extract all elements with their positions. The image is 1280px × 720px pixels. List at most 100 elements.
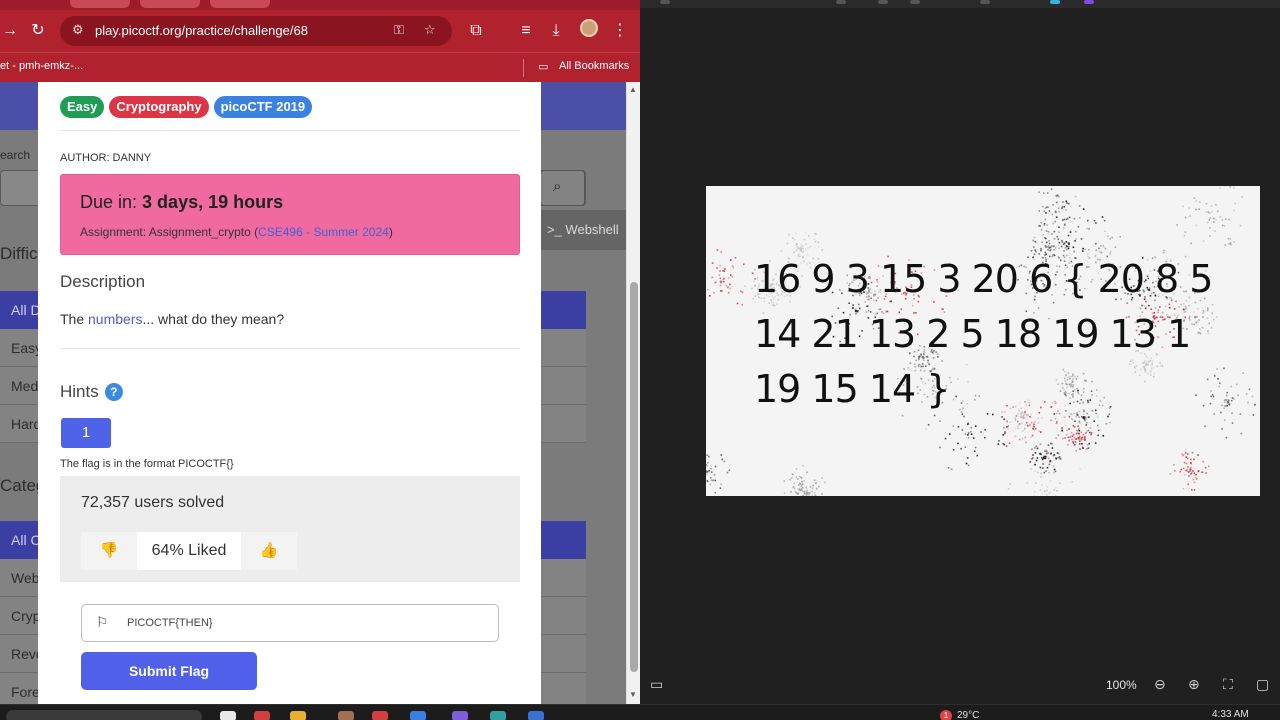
help-icon[interactable]: ? xyxy=(104,383,123,401)
noise-speck xyxy=(1065,245,1068,247)
viewer-toolbar-item[interactable] xyxy=(836,0,846,4)
noise-speck xyxy=(1195,478,1198,480)
numbers-file-link[interactable]: numbers xyxy=(88,311,142,327)
profile-avatar[interactable] xyxy=(580,19,598,37)
forward-icon[interactable]: → xyxy=(0,21,20,41)
noise-speck xyxy=(805,494,808,496)
taskbar-app[interactable] xyxy=(254,711,270,720)
noise-speck xyxy=(798,488,801,490)
noise-speck xyxy=(970,430,972,433)
noise-speck xyxy=(997,443,1000,445)
noise-speck xyxy=(1072,440,1074,443)
flag-input[interactable]: ⚐ PICOCTF{THEN} xyxy=(81,604,499,642)
taskbar-app[interactable] xyxy=(410,711,426,720)
noise-speck xyxy=(1058,456,1061,458)
media-control-icon[interactable]: ≡ xyxy=(516,21,536,41)
download-icon[interactable]: ⤓ xyxy=(546,21,566,41)
noise-speck xyxy=(1226,394,1228,397)
menu-kebab-icon[interactable]: ⋮ xyxy=(610,21,630,41)
noise-speck xyxy=(1080,238,1083,240)
viewer-toolbar-item[interactable] xyxy=(660,0,670,4)
zoom-out-icon[interactable]: ⊖ xyxy=(1154,676,1166,693)
taskbar-app[interactable] xyxy=(490,711,506,720)
bookmark-star-icon[interactable]: ☆ xyxy=(424,22,436,38)
submit-flag-button[interactable]: Submit Flag xyxy=(81,652,257,690)
site-settings-icon[interactable]: ⚙ xyxy=(72,22,84,38)
browser-tab[interactable] xyxy=(140,0,200,8)
viewer-toolbar-item[interactable] xyxy=(1050,0,1060,4)
noise-speck xyxy=(1184,231,1187,233)
scroll-down-icon[interactable]: ▼ xyxy=(629,690,637,699)
weather-temperature[interactable]: 29°C xyxy=(957,710,979,720)
browser-tab[interactable] xyxy=(70,0,130,8)
system-clock[interactable]: 4:33 AM xyxy=(1212,709,1249,720)
assignment-course-link[interactable]: CSE496 - Summer 2024 xyxy=(258,225,389,239)
noise-speck xyxy=(1223,419,1226,421)
noise-speck xyxy=(723,460,726,463)
fullscreen-icon[interactable]: ▢ xyxy=(1256,676,1269,693)
noise-speck xyxy=(783,492,786,494)
noise-speck xyxy=(1047,249,1049,251)
fit-to-window-icon[interactable]: ⛶ xyxy=(1223,676,1233,693)
noise-speck xyxy=(797,493,799,495)
extensions-icon[interactable]: ⧉ xyxy=(466,21,486,41)
all-bookmarks-button[interactable]: All Bookmarks xyxy=(559,60,629,72)
folder-icon: ▭ xyxy=(538,61,549,73)
taskbar-search[interactable] xyxy=(6,710,202,720)
taskbar-app[interactable] xyxy=(338,711,354,720)
viewer-status-bar: ▭ 100% ⊖ ⊕ ⛶ ▢ xyxy=(640,668,1280,704)
taskbar-app[interactable] xyxy=(290,711,306,720)
viewer-toolbar-item[interactable] xyxy=(910,0,920,4)
noise-speck xyxy=(1176,224,1178,226)
filmstrip-icon[interactable]: ▭ xyxy=(650,676,663,693)
taskbar-app[interactable] xyxy=(452,711,468,720)
webshell-button[interactable]: >_ Webshell xyxy=(541,210,626,250)
scroll-up-icon[interactable]: ▲ xyxy=(629,85,637,94)
password-key-icon[interactable]: ⚿ xyxy=(394,22,404,38)
noise-speck xyxy=(1051,213,1053,216)
viewer-toolbar-item[interactable] xyxy=(980,0,990,4)
noise-speck xyxy=(1054,246,1057,249)
viewer-toolbar-item[interactable] xyxy=(1084,0,1094,4)
cipher-line: 14 21 13 2 5 18 19 13 1 xyxy=(754,312,1191,356)
noise-speck xyxy=(802,464,804,467)
noise-speck xyxy=(1049,460,1051,463)
noise-speck xyxy=(1046,224,1048,226)
noise-speck xyxy=(1017,425,1019,427)
thumbs-down-icon[interactable]: 👎 xyxy=(81,532,137,570)
flag-input-value: PICOCTF{THEN} xyxy=(127,617,213,629)
noise-speck xyxy=(1041,205,1044,208)
reload-icon[interactable]: ↻ xyxy=(28,21,48,41)
viewer-toolbar-item[interactable] xyxy=(878,0,888,4)
noise-speck xyxy=(806,490,808,492)
noise-speck xyxy=(1055,422,1058,425)
noise-speck xyxy=(1067,234,1070,237)
noise-speck xyxy=(1063,224,1066,226)
page-scrollbar[interactable]: ▲ ▼ xyxy=(626,82,640,704)
address-bar[interactable]: ⚙ play.picoctf.org/practice/challenge/68… xyxy=(60,16,452,46)
noise-speck xyxy=(734,257,737,259)
noise-speck xyxy=(806,492,808,495)
noise-speck xyxy=(1043,210,1045,212)
taskbar-app[interactable] xyxy=(528,711,544,720)
noise-speck xyxy=(1071,481,1073,483)
noise-speck xyxy=(1058,231,1060,233)
scroll-thumb[interactable] xyxy=(630,282,638,672)
taskbar-app[interactable] xyxy=(220,711,236,720)
noise-speck xyxy=(1047,444,1050,446)
noise-speck xyxy=(1053,489,1056,491)
thumbs-up-icon[interactable]: 👍 xyxy=(241,532,297,570)
bookmark-item[interactable]: et - pmh-emkz-... xyxy=(0,60,83,72)
hint-1-button[interactable]: 1 xyxy=(61,418,111,448)
noise-speck xyxy=(1045,212,1047,214)
browser-tab[interactable] xyxy=(210,0,270,8)
noise-speck xyxy=(1242,372,1244,374)
noise-speck xyxy=(1003,443,1006,446)
taskbar-app[interactable] xyxy=(372,711,388,720)
noise-speck xyxy=(1183,473,1186,476)
noise-speck xyxy=(1014,427,1017,430)
zoom-in-icon[interactable]: ⊕ xyxy=(1188,676,1200,693)
noise-speck xyxy=(814,240,817,243)
search-button[interactable]: ⌕ xyxy=(540,170,585,206)
noise-speck xyxy=(793,487,796,490)
